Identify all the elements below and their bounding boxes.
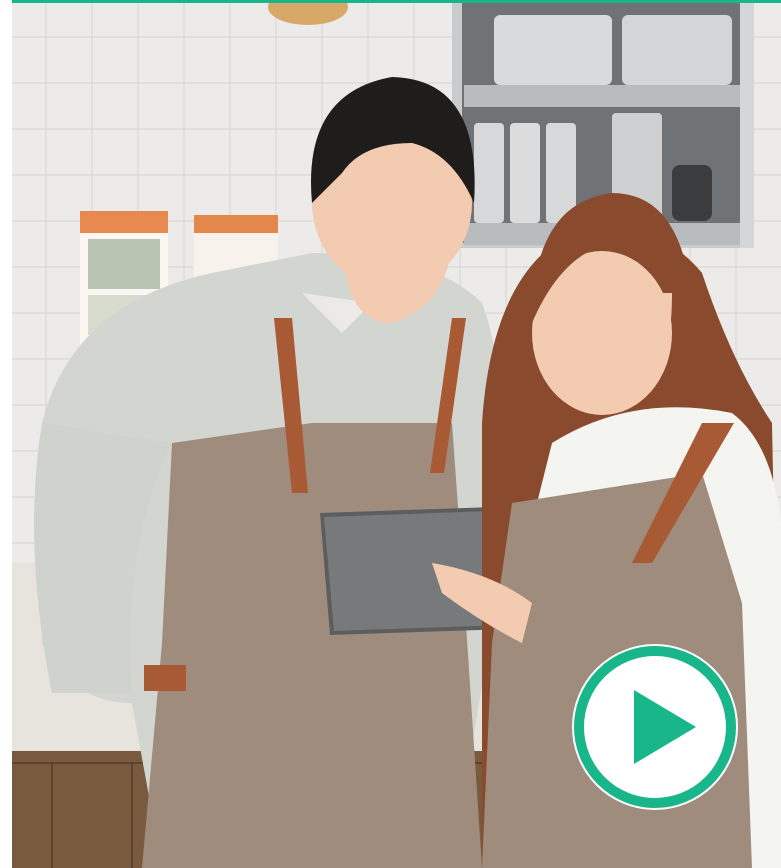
play-video-button[interactable] [572, 644, 738, 810]
mug [672, 165, 712, 221]
page [0, 0, 781, 868]
man-apron [142, 423, 482, 868]
play-icon [574, 646, 736, 808]
